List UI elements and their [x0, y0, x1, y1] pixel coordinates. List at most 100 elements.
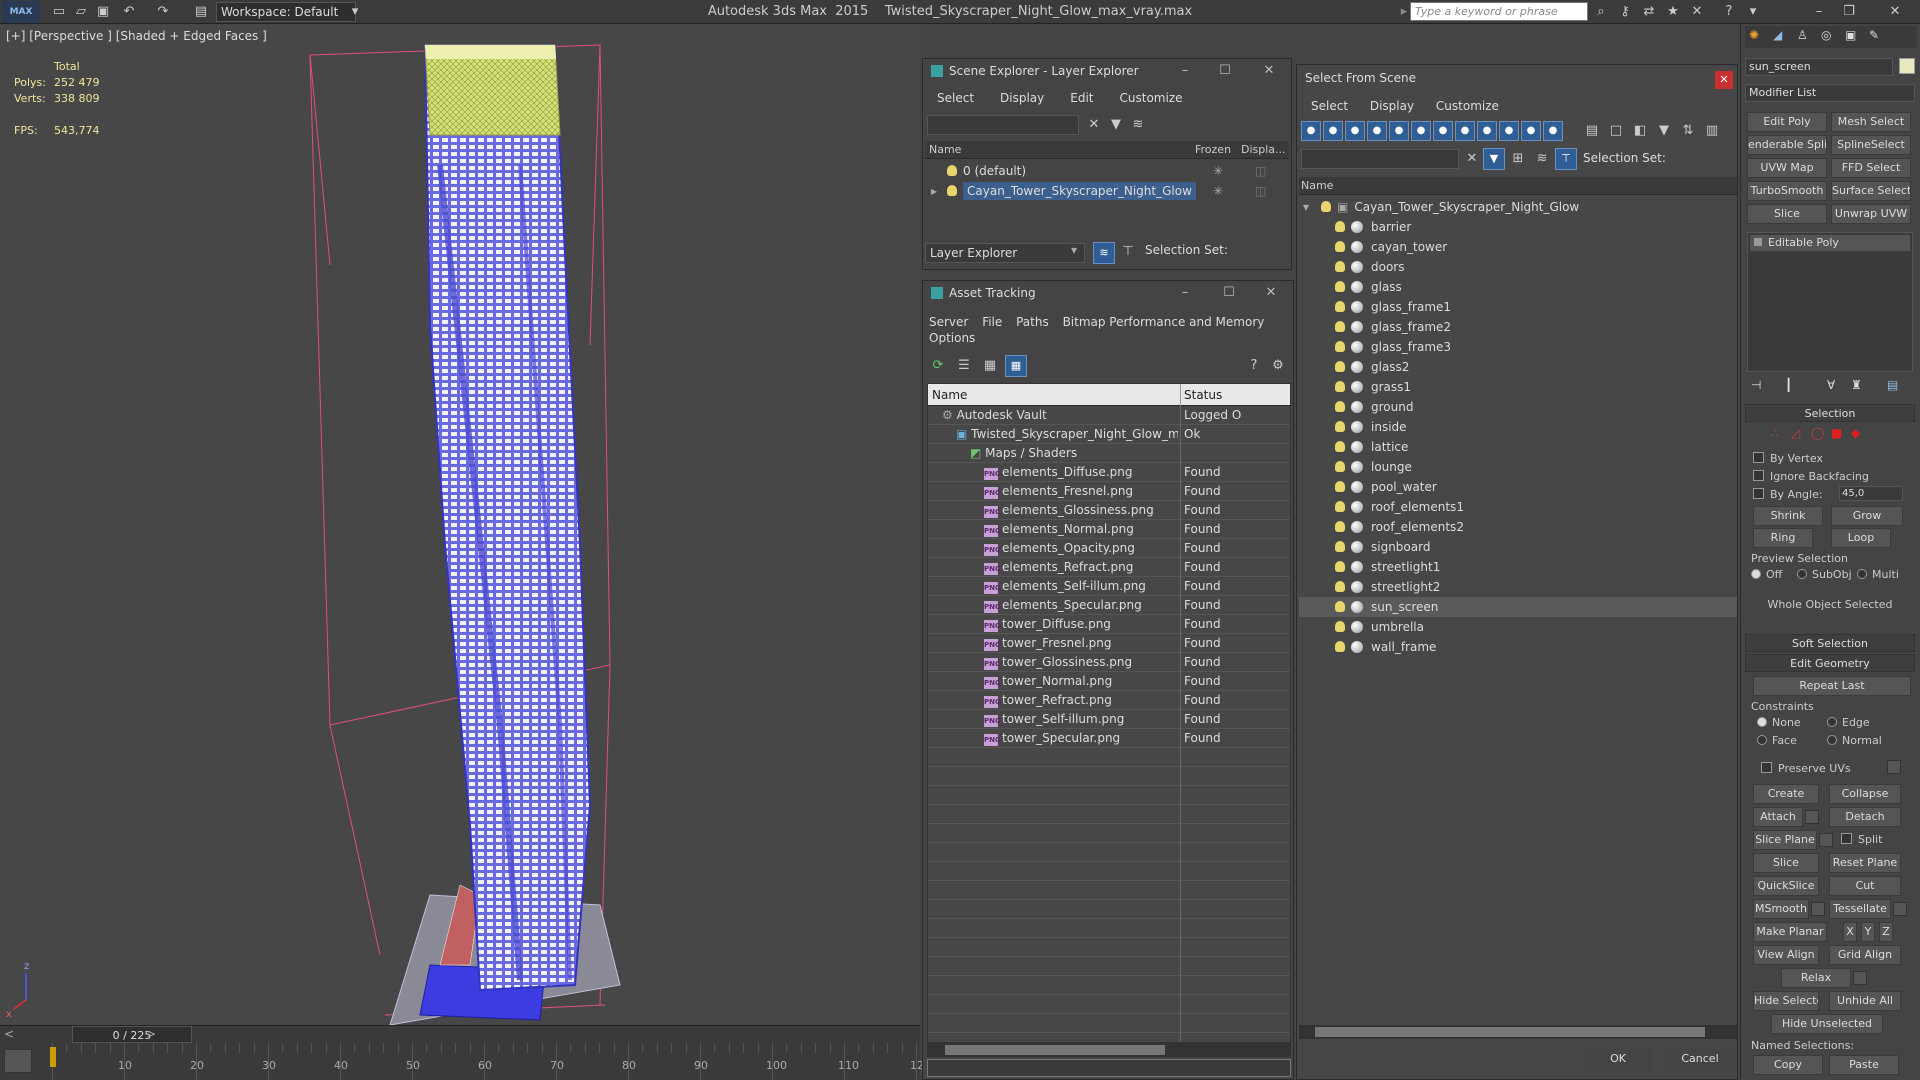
- scene-object-row[interactable]: sun_screen: [1299, 597, 1737, 617]
- minimize-icon[interactable]: –: [1810, 3, 1828, 21]
- modify-tab-icon[interactable]: ◢: [1773, 28, 1782, 42]
- snowflake-icon[interactable]: ✳: [1213, 161, 1223, 181]
- configure-sets-icon[interactable]: ▤: [1887, 378, 1898, 392]
- collapse-icon[interactable]: ▾: [1303, 197, 1309, 217]
- table-view-icon[interactable]: ▦: [1005, 355, 1027, 377]
- display-tab-icon[interactable]: ▣: [1845, 28, 1856, 42]
- modifier-button[interactable]: TurboSmooth: [1747, 181, 1827, 201]
- tessellate-settings-icon[interactable]: [1893, 902, 1907, 916]
- shrink-button[interactable]: Shrink: [1753, 506, 1823, 526]
- asset-row[interactable]: ◩ Maps / Shaders: [928, 444, 1290, 463]
- modifier-button[interactable]: Edit Poly: [1747, 112, 1827, 132]
- layer-row[interactable]: 0 (default) ✳ ◫: [925, 161, 1289, 181]
- grid-align-button[interactable]: Grid Align: [1829, 945, 1901, 965]
- menu-edit[interactable]: Edit: [1070, 91, 1093, 105]
- filter-containers-icon[interactable]: ●: [1499, 121, 1519, 141]
- lightbulb-icon[interactable]: [1335, 641, 1345, 652]
- by-angle-checkbox[interactable]: By Angle:: [1753, 488, 1823, 501]
- constraint-face-radio[interactable]: Face: [1757, 734, 1797, 747]
- minimize-icon[interactable]: –: [1173, 283, 1197, 303]
- invert-icon[interactable]: ◧: [1629, 120, 1651, 142]
- frame-indicator[interactable]: 0 / 225: [72, 1026, 192, 1043]
- hierarchy-icon[interactable]: ⊤: [1117, 241, 1139, 263]
- refresh-icon[interactable]: ⟳: [927, 355, 949, 377]
- cancel-button[interactable]: Cancel: [1665, 1049, 1735, 1071]
- y-button[interactable]: Y: [1861, 922, 1875, 942]
- lightbulb-icon[interactable]: [947, 185, 957, 196]
- thumbnail-icon[interactable]: ▦: [979, 355, 1001, 377]
- scene-object-row[interactable]: wall_frame: [1299, 637, 1737, 657]
- menu-display[interactable]: Display: [1370, 99, 1414, 113]
- scene-object-row[interactable]: doors: [1299, 257, 1737, 277]
- close-icon[interactable]: ✕: [1257, 61, 1281, 81]
- scene-object-row[interactable]: glass_frame3: [1299, 337, 1737, 357]
- create-tab-icon[interactable]: ✺: [1749, 28, 1759, 42]
- cut-button[interactable]: Cut: [1829, 876, 1901, 896]
- exchange-icon[interactable]: ⇄: [1640, 3, 1658, 21]
- ok-button[interactable]: OK: [1583, 1049, 1653, 1071]
- filter-bones-icon[interactable]: ●: [1477, 121, 1497, 141]
- display-none-icon[interactable]: □: [1605, 120, 1627, 142]
- msmooth-button[interactable]: MSmooth: [1753, 899, 1809, 919]
- menu-paths[interactable]: Paths: [1016, 315, 1049, 329]
- make-planar-button[interactable]: Make Planar: [1753, 922, 1827, 942]
- filter-frozen-icon[interactable]: ●: [1521, 121, 1541, 141]
- object-name-input[interactable]: sun_screen: [1745, 58, 1893, 76]
- maximize-icon[interactable]: ☐: [1217, 283, 1241, 303]
- close-icon[interactable]: ✕: [1259, 283, 1283, 303]
- slice-plane-settings-icon[interactable]: [1819, 833, 1833, 847]
- track-bar[interactable]: 10 20 30 40 50 60 70 80 90 100 110 120: [0, 1043, 975, 1080]
- scene-object-row[interactable]: streetlight1: [1299, 557, 1737, 577]
- preview-subobj-radio[interactable]: SubObj: [1797, 568, 1852, 581]
- loop-button[interactable]: Loop: [1831, 528, 1891, 548]
- binoculars-icon[interactable]: ⌕: [1592, 3, 1610, 21]
- scene-object-row[interactable]: ground: [1299, 397, 1737, 417]
- attach-button[interactable]: Attach: [1753, 807, 1803, 827]
- remove-modifier-icon[interactable]: ♜: [1851, 378, 1862, 392]
- asset-row[interactable]: PNGelements_Refract.png Found: [928, 558, 1290, 577]
- show-end-result-icon[interactable]: ┃: [1785, 378, 1792, 392]
- scene-hscrollbar[interactable]: [1299, 1025, 1737, 1039]
- columns-icon[interactable]: ▥: [1701, 120, 1723, 142]
- asset-row[interactable]: PNGelements_Self-illum.png Found: [928, 577, 1290, 596]
- lightbulb-icon[interactable]: [1335, 561, 1345, 572]
- slice-plane-button[interactable]: Slice Plane: [1753, 830, 1817, 850]
- layers-icon[interactable]: ≋: [1127, 114, 1149, 136]
- grow-button[interactable]: Grow: [1831, 506, 1903, 526]
- display-icon[interactable]: ◫: [1255, 161, 1266, 181]
- scene-object-row[interactable]: umbrella: [1299, 617, 1737, 637]
- asset-row[interactable]: ⚙ Autodesk Vault Logged O: [928, 406, 1290, 425]
- relax-button[interactable]: Relax: [1781, 968, 1851, 988]
- scene-object-row[interactable]: glass2: [1299, 357, 1737, 377]
- split-checkbox[interactable]: Split: [1841, 833, 1882, 846]
- asset-row[interactable]: PNGelements_Opacity.png Found: [928, 539, 1290, 558]
- filter-geometry-icon[interactable]: ●: [1301, 121, 1321, 141]
- layer-search-input[interactable]: [927, 115, 1079, 135]
- scene-object-row[interactable]: roof_elements2: [1299, 517, 1737, 537]
- asset-row[interactable]: ▣ Twisted_Skyscraper_Night_Glow_max_vray…: [928, 425, 1290, 444]
- tessellate-button[interactable]: Tessellate: [1829, 899, 1891, 919]
- collapse-button[interactable]: Collapse: [1829, 784, 1901, 804]
- lightbulb-icon[interactable]: [1335, 381, 1345, 392]
- scene-search-input[interactable]: [1301, 149, 1459, 169]
- time-slider[interactable]: < 0 / 225 >: [0, 1025, 920, 1043]
- key-icon[interactable]: ⚷: [1616, 3, 1634, 21]
- maximize-icon[interactable]: ☐: [1213, 61, 1237, 81]
- lightbulb-icon[interactable]: [1335, 441, 1345, 452]
- scene-root-row[interactable]: ▾ ▣ Cayan_Tower_Skyscraper_Night_Glow: [1299, 197, 1737, 217]
- filter-groups-icon[interactable]: ●: [1433, 121, 1453, 141]
- menu-bitmap-performance[interactable]: Bitmap Performance and Memory: [1063, 315, 1265, 329]
- scene-object-row[interactable]: lounge: [1299, 457, 1737, 477]
- new-file-icon[interactable]: ▭: [50, 3, 68, 21]
- constraint-none-radio[interactable]: None: [1757, 716, 1801, 729]
- view-align-button[interactable]: View Align: [1753, 945, 1819, 965]
- lightbulb-icon[interactable]: [1335, 461, 1345, 472]
- col-name[interactable]: Name: [932, 388, 967, 402]
- asset-row[interactable]: PNGelements_Diffuse.png Found: [928, 463, 1290, 482]
- vertex-icon[interactable]: ∴: [1771, 426, 1779, 440]
- perspective-viewport[interactable]: [+] [Perspective ] [Shaded + Edged Faces…: [0, 25, 920, 1025]
- motion-tab-icon[interactable]: ◎: [1821, 28, 1831, 42]
- preserve-uvs-checkbox[interactable]: Preserve UVs: [1761, 762, 1851, 775]
- ring-button[interactable]: Ring: [1753, 528, 1813, 548]
- col-name[interactable]: Name: [1301, 179, 1333, 192]
